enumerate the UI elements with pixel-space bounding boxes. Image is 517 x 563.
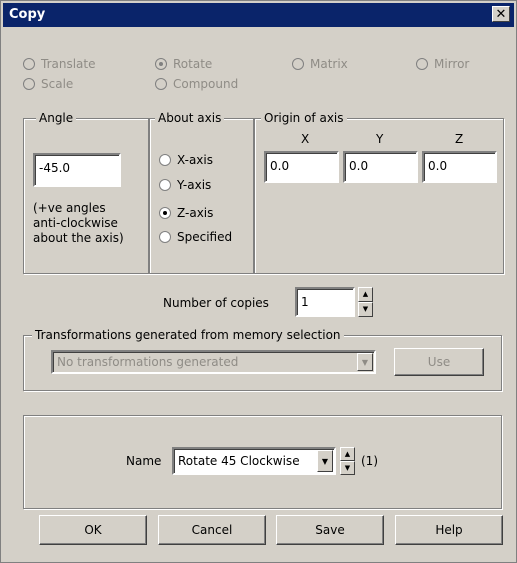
cancel-button[interactable]: Cancel	[158, 515, 266, 545]
radio-translate[interactable]: Translate	[23, 57, 96, 71]
radio-scale[interactable]: Scale	[23, 77, 73, 91]
radio-specified[interactable]: Specified	[159, 230, 232, 244]
origin-z-label: Z	[455, 132, 464, 146]
stepper-down-icon[interactable]: ▼	[340, 461, 355, 475]
angle-input[interactable]: -45.0	[33, 153, 121, 187]
radio-icon	[159, 179, 171, 191]
radio-rotate-label: Rotate	[173, 57, 213, 71]
radio-icon	[23, 58, 35, 70]
radio-z-axis-label: Z-axis	[177, 206, 214, 220]
radio-icon	[159, 231, 171, 243]
radio-icon	[155, 58, 167, 70]
radio-mirror[interactable]: Mirror	[416, 57, 469, 71]
radio-icon	[155, 78, 167, 90]
radio-y-axis[interactable]: Y-axis	[159, 178, 211, 192]
angle-group-label: Angle	[36, 111, 77, 125]
chevron-down-icon[interactable]: ▼	[317, 450, 333, 472]
stepper-down-icon[interactable]: ▼	[358, 302, 373, 317]
use-button[interactable]: Use	[394, 348, 484, 376]
help-button[interactable]: Help	[395, 515, 503, 545]
name-select-value: Rotate 45 Clockwise	[178, 454, 300, 468]
about-axis-group	[149, 118, 254, 274]
window-title: Copy	[9, 7, 46, 22]
radio-icon	[23, 78, 35, 90]
angle-hint-line: (+ve angles	[33, 201, 106, 215]
close-button[interactable]: ✕	[492, 6, 510, 22]
transformations-select[interactable]: No transformations generated ▼	[51, 350, 376, 374]
about-axis-group-label: About axis	[155, 111, 225, 125]
origin-y-input[interactable]: 0.0	[343, 151, 418, 183]
radio-translate-label: Translate	[41, 57, 96, 71]
radio-icon	[159, 154, 171, 166]
stepper-up-icon[interactable]: ▲	[340, 447, 355, 461]
origin-x-input[interactable]: 0.0	[264, 151, 339, 183]
angle-hint-line: about the axis)	[33, 231, 124, 245]
radio-icon	[159, 207, 171, 219]
radio-x-axis[interactable]: X-axis	[159, 153, 213, 167]
close-icon: ✕	[495, 6, 507, 22]
copies-label: Number of copies	[163, 296, 269, 310]
radio-x-axis-label: X-axis	[177, 153, 213, 167]
radio-y-axis-label: Y-axis	[177, 178, 212, 192]
angle-hint: (+ve angles anti-clockwise about the axi…	[33, 201, 124, 246]
radio-rotate[interactable]: Rotate	[155, 57, 212, 71]
name-label: Name	[126, 454, 162, 468]
name-count: (1)	[361, 454, 378, 468]
radio-icon	[292, 58, 304, 70]
copy-dialog: Copy ✕ Translate Rotate Matrix Mirror Sc…	[0, 0, 517, 563]
copies-input[interactable]: 1	[295, 287, 355, 317]
chevron-down-icon[interactable]: ▼	[357, 353, 373, 371]
radio-scale-label: Scale	[41, 77, 74, 91]
origin-group-label: Origin of axis	[261, 111, 347, 125]
radio-specified-label: Specified	[177, 230, 233, 244]
ok-button[interactable]: OK	[39, 515, 147, 545]
stepper-up-icon[interactable]: ▲	[358, 287, 373, 302]
angle-hint-line: anti-clockwise	[33, 216, 118, 230]
transformations-group-label: Transformations generated from memory se…	[32, 328, 344, 342]
transformations-select-value: No transformations generated	[57, 355, 239, 369]
name-stepper[interactable]: ▲ ▼	[340, 447, 355, 475]
radio-matrix[interactable]: Matrix	[292, 57, 348, 71]
name-select[interactable]: Rotate 45 Clockwise ▼	[172, 447, 336, 475]
radio-z-axis[interactable]: Z-axis	[159, 206, 213, 220]
radio-compound[interactable]: Compound	[155, 77, 238, 91]
save-button[interactable]: Save	[276, 515, 384, 545]
title-bar: Copy ✕	[3, 3, 514, 27]
origin-x-label: X	[301, 132, 310, 146]
angle-group	[23, 118, 149, 274]
origin-y-label: Y	[376, 132, 384, 146]
radio-mirror-label: Mirror	[434, 57, 470, 71]
radio-compound-label: Compound	[173, 77, 239, 91]
copies-stepper[interactable]: ▲ ▼	[358, 287, 373, 317]
origin-z-input[interactable]: 0.0	[422, 151, 497, 183]
radio-matrix-label: Matrix	[310, 57, 348, 71]
radio-icon	[416, 58, 428, 70]
